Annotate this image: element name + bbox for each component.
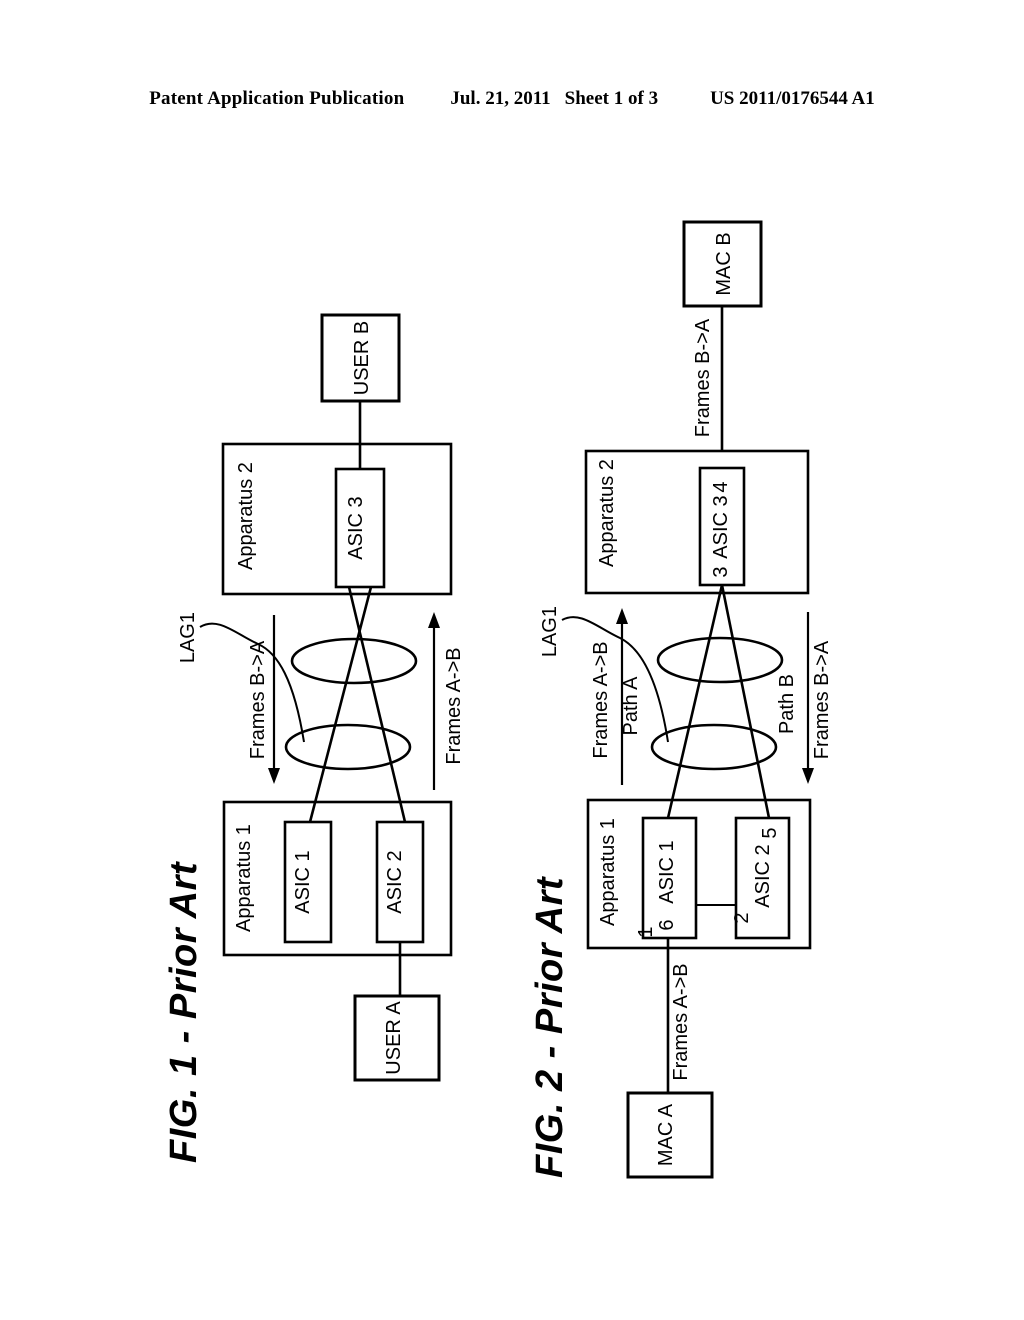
fig2-apparatus-1-label: Apparatus 1: [597, 818, 619, 926]
fig2-numeral-asic3-left: 3: [710, 566, 732, 577]
fig2-lag-label: LAG1: [539, 606, 561, 657]
fig1-lag-member-b: [308, 586, 373, 823]
fig2-numeral-asic2-outer: 5: [759, 827, 781, 838]
fig2-asic-1-label: ASIC 1: [656, 840, 678, 903]
fig1-lag-link-upper: [290, 637, 418, 685]
fig2-asic-3-label: ASIC 3: [710, 495, 732, 558]
fig1-lag-label: LAG1: [177, 612, 199, 663]
fig1-asic-2-label: ASIC 2: [384, 850, 406, 913]
figure-2: FIG. 2 - Prior Art MAC B Frames B->A App…: [529, 220, 833, 1179]
fig1-user-a-label: USER A: [383, 1001, 405, 1075]
fig2-lag-member-b: [666, 584, 724, 819]
fig2-apparatus-2-box: [584, 449, 810, 595]
fig2-asic-2-label: ASIC 2: [752, 844, 774, 907]
fig1-apparatus-1-box: [222, 800, 453, 957]
fig2-numeral-asic1-inner: 6: [656, 919, 678, 930]
fig1-lag-member-a: [347, 586, 407, 823]
fig1-asic-1-label: ASIC 1: [292, 850, 314, 913]
fig1-flow-right-arrowhead: [428, 612, 440, 628]
fig2-link-bottom-label: Frames A->B: [670, 963, 692, 1080]
fig2-flow-right-label: Frames B->A: [811, 640, 833, 759]
fig1-flow-right-label: Frames A->B: [443, 647, 465, 764]
fig2-flow-left-label: Frames A->B: [590, 641, 612, 758]
fig2-lag-link-upper: [656, 636, 784, 684]
fig2-numeral-asic2-inner: 2: [731, 912, 753, 923]
fig1-flow-left-label: Frames B->A: [247, 640, 269, 759]
fig2-mac-a-label: MAC A: [655, 1103, 677, 1166]
fig1-asic-3-label: ASIC 3: [345, 496, 367, 559]
fig2-numeral-asic3-right: 4: [710, 481, 732, 492]
figure-1: FIG. 1 - Prior Art USER B Apparatus 2 AS…: [163, 313, 465, 1163]
fig2-flow-left-arrowhead: [616, 608, 628, 624]
fig2-path-right-label: Path B: [776, 674, 798, 734]
fig2-lag-member-a: [720, 584, 771, 819]
fig2-flow-right-arrowhead: [802, 768, 814, 784]
fig1-flow-left-arrowhead: [268, 768, 280, 784]
fig1-apparatus-2-label: Apparatus 2: [235, 462, 257, 570]
fig1-caption: FIG. 1 - Prior Art: [163, 861, 205, 1163]
fig2-caption: FIG. 2 - Prior Art: [529, 876, 571, 1178]
fig2-lag-leader-line: [561, 616, 669, 743]
patent-drawing-page: Patent Application Publication Jul. 21, …: [0, 0, 1024, 1320]
fig2-path-left-label: Path A: [620, 676, 642, 736]
fig1-apparatus-1-label: Apparatus 1: [233, 824, 255, 932]
fig2-apparatus-1-box: [586, 798, 812, 950]
fig2-link-top-label: Frames B->A: [692, 318, 714, 437]
drawing-canvas: FIG. 1 - Prior Art USER B Apparatus 2 AS…: [163, 220, 833, 1179]
fig1-user-b-label: USER B: [351, 321, 373, 395]
fig2-mac-b-label: MAC B: [713, 232, 735, 295]
fig2-apparatus-2-label: Apparatus 2: [596, 459, 618, 567]
fig2-numeral-asic1-outer: 1: [635, 926, 657, 937]
